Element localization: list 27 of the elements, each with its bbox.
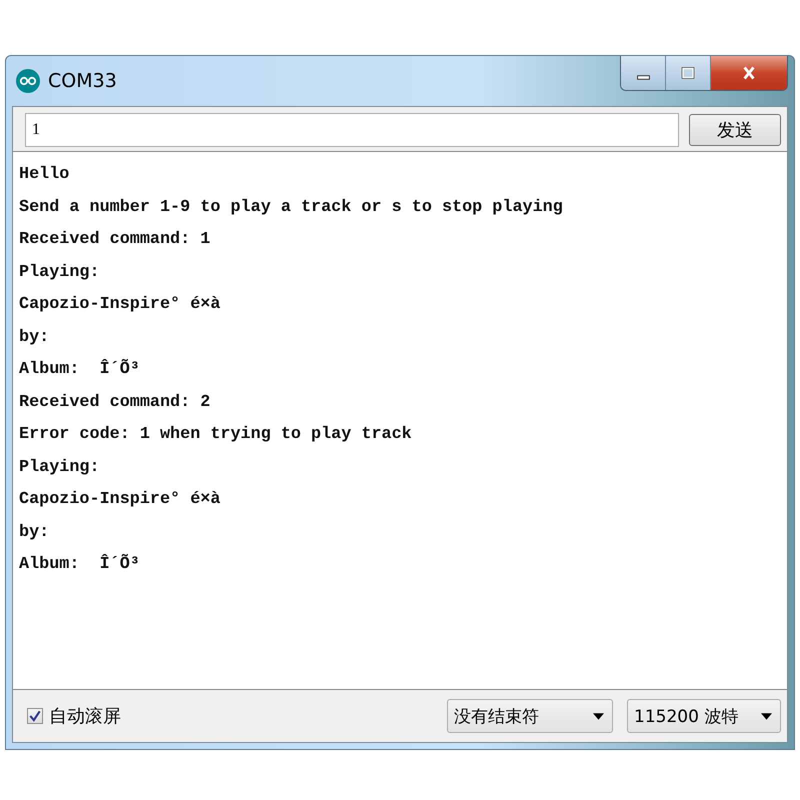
output-line: Send a number 1-9 to play a track or s to stop playing xyxy=(19,196,564,218)
output-line: Hello xyxy=(19,164,70,186)
maximize-button[interactable] xyxy=(665,56,710,90)
output-line: by: xyxy=(19,522,50,544)
minimize-icon xyxy=(636,74,650,80)
output-line: by: xyxy=(19,326,50,348)
output-line: Error code: 1 when trying to play track xyxy=(19,424,413,446)
output-line: Received command: 1 xyxy=(19,229,212,251)
output-line: Album: Î´Õ³ xyxy=(19,553,141,576)
caret-icon xyxy=(593,712,604,720)
output-line: Playing: xyxy=(19,456,101,478)
input-field[interactable]: 1 xyxy=(25,113,679,147)
infinity-logo-icon xyxy=(16,69,40,93)
output-line: Album: Î´Õ³ xyxy=(19,358,141,381)
output-line: Playing: xyxy=(19,262,101,284)
close-button[interactable] xyxy=(710,56,787,90)
output-line: Capozio-Inspire° é×à xyxy=(19,489,222,511)
line-ending-dropdown[interactable]: 没有结束符 xyxy=(447,699,613,733)
output-line: Capozio-Inspire° é×à xyxy=(19,294,222,316)
autoscroll-label: 自动滚屏 xyxy=(49,705,121,728)
baud-rate-dropdown[interactable]: 115200 波特 xyxy=(627,699,781,733)
send-button[interactable]: 发送 xyxy=(689,114,781,146)
window-title: COM33 xyxy=(48,70,117,92)
checkbox[interactable] xyxy=(27,708,43,724)
minimize-button[interactable] xyxy=(621,56,665,90)
caret-icon xyxy=(761,712,772,720)
output-line: Received command: 2 xyxy=(19,392,212,414)
